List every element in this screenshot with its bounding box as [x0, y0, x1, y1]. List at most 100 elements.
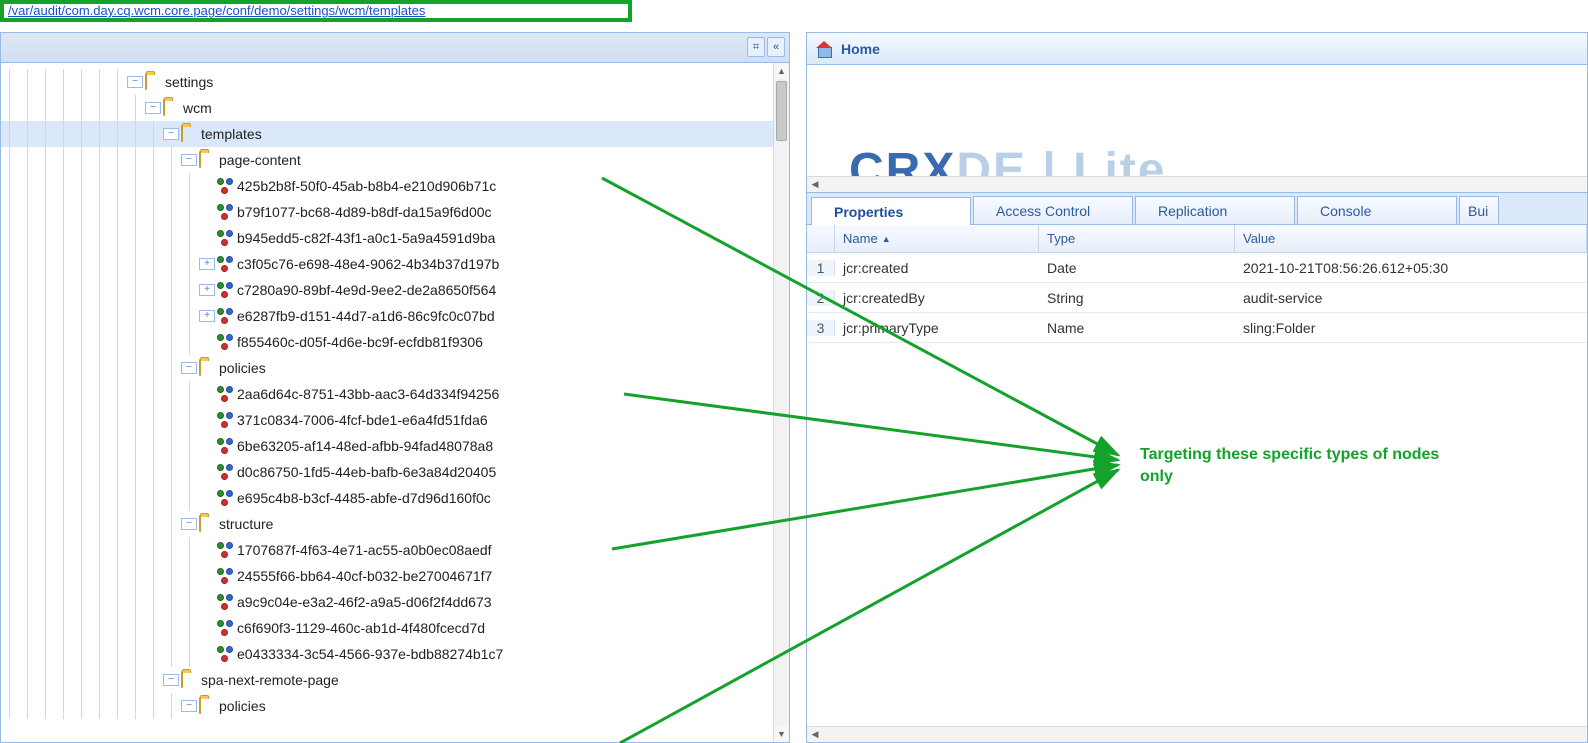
tree-node[interactable]: 425b2b8f-50f0-45ab-b8b4-e210d906b71c [1, 173, 773, 199]
tree-node-label: f855460c-d05f-4d6e-bc9f-ecfdb81f9306 [237, 334, 483, 350]
table-row[interactable]: 3jcr:primaryTypeNamesling:Folder [807, 313, 1587, 343]
tree-node-label: page-content [219, 152, 301, 168]
tree-node[interactable]: −templates [1, 121, 773, 147]
tree-node-label: e6287fb9-d151-44d7-a1d6-86c9fc0c07bd [237, 308, 495, 324]
tree-toolbar: ⌗ « [1, 33, 789, 63]
node-cluster-icon [217, 594, 233, 610]
folder-icon [199, 516, 215, 532]
details-panel: Home CRXDE | Lite ◀ Properties Access Co… [806, 32, 1588, 743]
folder-icon [199, 152, 215, 168]
collapse-icon[interactable]: − [181, 518, 197, 530]
cell-value: 2021-10-21T08:56:26.612+05:30 [1235, 260, 1587, 276]
tree-node[interactable]: −policies [1, 355, 773, 381]
col-header-type[interactable]: Type [1039, 225, 1235, 252]
tab-build[interactable]: Bui [1459, 196, 1499, 224]
tree-node-label: policies [219, 698, 266, 714]
table-row[interactable]: 2jcr:createdByStringaudit-service [807, 283, 1587, 313]
cell-value: audit-service [1235, 290, 1587, 306]
tree-node[interactable]: 24555f66-bb64-40cf-b032-be27004671f7 [1, 563, 773, 589]
tree-node[interactable]: −structure [1, 511, 773, 537]
tree-node[interactable]: +c7280a90-89bf-4e9d-9ee2-de2a8650f564 [1, 277, 773, 303]
cell-type: Date [1039, 260, 1235, 276]
node-cluster-icon [217, 412, 233, 428]
tree-scrollbar[interactable]: ▲ ▼ [773, 63, 789, 742]
tree-node-label: spa-next-remote-page [201, 672, 339, 688]
folder-icon [181, 672, 197, 688]
tree-node[interactable]: − policies [1, 693, 773, 719]
node-cluster-icon [217, 230, 233, 246]
collapse-icon[interactable]: − [163, 674, 179, 686]
row-number: 1 [807, 260, 835, 276]
collapse-icon[interactable]: − [163, 128, 179, 140]
logo-hscroll[interactable]: ◀ [807, 176, 1587, 192]
collapse-icon[interactable]: − [181, 700, 197, 712]
tree-node[interactable]: b945edd5-c82f-43f1-a0c1-5a9a4591d9ba [1, 225, 773, 251]
tree-node[interactable]: f855460c-d05f-4d6e-bc9f-ecfdb81f9306 [1, 329, 773, 355]
tab-access-control[interactable]: Access Control [973, 196, 1133, 224]
collapse-icon[interactable]: − [127, 76, 143, 88]
collapse-icon[interactable]: − [181, 362, 197, 374]
tab-replication[interactable]: Replication [1135, 196, 1295, 224]
tree-node[interactable]: e695c4b8-b3cf-4485-abfe-d7d96d160f0c [1, 485, 773, 511]
node-cluster-icon [217, 334, 233, 350]
table-row[interactable]: 1jcr:createdDate2021-10-21T08:56:26.612+… [807, 253, 1587, 283]
tree-node[interactable]: 2aa6d64c-8751-43bb-aac3-64d334f94256 [1, 381, 773, 407]
tree-area: −settings−wcm−templates−page-content425b… [1, 63, 773, 742]
home-bar: Home [807, 33, 1587, 65]
tree-node[interactable]: b79f1077-bc68-4d89-b8df-da15a9f6d00c [1, 199, 773, 225]
collapse-icon[interactable]: − [145, 102, 161, 114]
tree-node[interactable]: e0433334-3c54-4566-937e-bdb88274b1c7 [1, 641, 773, 667]
expand-icon[interactable]: + [199, 310, 215, 322]
tree-node-label: 24555f66-bb64-40cf-b032-be27004671f7 [237, 568, 492, 584]
tree-node[interactable]: −wcm [1, 95, 773, 121]
node-cluster-icon [217, 308, 233, 324]
expand-icon[interactable]: + [199, 258, 215, 270]
tree-panel: ⌗ « −settings−wcm−templates−page-content… [0, 32, 790, 743]
node-cluster-icon [217, 464, 233, 480]
tree-node-label: d0c86750-1fd5-44eb-bafb-6e3a84d20405 [237, 464, 496, 480]
node-cluster-icon [217, 204, 233, 220]
tree-tool-icon[interactable]: ⌗ [747, 37, 765, 57]
tree-node[interactable]: − spa-next-remote-page [1, 667, 773, 693]
tree-collapse-icon[interactable]: « [767, 37, 785, 57]
tree-node[interactable]: − page-content [1, 147, 773, 173]
details-hscroll[interactable]: ◀ [807, 726, 1587, 742]
col-header-value[interactable]: Value [1235, 225, 1587, 252]
tree-node[interactable]: − settings [1, 69, 773, 95]
logo-area: CRXDE | Lite ◀ [807, 65, 1587, 193]
grid-header: Name▲ Type Value [807, 225, 1587, 253]
folder-icon [199, 698, 215, 714]
tab-properties[interactable]: Properties [811, 197, 971, 225]
node-cluster-icon [217, 490, 233, 506]
tree-node[interactable]: 1707687f-4f63-4e71-ac55-a0b0ec08aedf [1, 537, 773, 563]
tree-node-label: e0433334-3c54-4566-937e-bdb88274b1c7 [237, 646, 503, 662]
expand-icon[interactable]: + [199, 284, 215, 296]
tree-node[interactable]: +c3f05c76-e698-48e4-9062-4b34b37d197b [1, 251, 773, 277]
cell-name: jcr:createdBy [835, 290, 1039, 306]
folder-icon [199, 360, 215, 376]
tree-node[interactable]: 371c0834-7006-4fcf-bde1-e6a4fd51fda6 [1, 407, 773, 433]
tab-console[interactable]: Console [1297, 196, 1457, 224]
home-icon[interactable] [815, 41, 833, 57]
node-cluster-icon [217, 438, 233, 454]
node-cluster-icon [217, 646, 233, 662]
tree-node[interactable]: a9c9c04e-e3a2-46f2-a9a5-d06f2f4dd673 [1, 589, 773, 615]
tabs-bar: Properties Access Control Replication Co… [807, 193, 1587, 225]
row-number: 3 [807, 320, 835, 336]
col-header-name[interactable]: Name▲ [835, 225, 1039, 252]
path-input[interactable]: /var/audit/com.day.cq.wcm.core.page/conf… [0, 0, 632, 22]
cell-type: String [1039, 290, 1235, 306]
tree-node[interactable]: c6f690f3-1129-460c-ab1d-4f480fcecd7d [1, 615, 773, 641]
row-number: 2 [807, 290, 835, 306]
tree-node-label: a9c9c04e-e3a2-46f2-a9a5-d06f2f4dd673 [237, 594, 492, 610]
tree-node-label: c6f690f3-1129-460c-ab1d-4f480fcecd7d [237, 620, 485, 636]
tree-node[interactable]: d0c86750-1fd5-44eb-bafb-6e3a84d20405 [1, 459, 773, 485]
node-cluster-icon [217, 386, 233, 402]
tree-node-label: b79f1077-bc68-4d89-b8df-da15a9f6d00c [237, 204, 492, 220]
collapse-icon[interactable]: − [181, 154, 197, 166]
tree-node[interactable]: + e6287fb9-d151-44d7-a1d6-86c9fc0c07bd [1, 303, 773, 329]
tree-node[interactable]: 6be63205-af14-48ed-afbb-94fad48078a8 [1, 433, 773, 459]
tree-node-label: 1707687f-4f63-4e71-ac55-a0b0ec08aedf [237, 542, 492, 558]
tree-node-label: settings [165, 74, 213, 90]
node-cluster-icon [217, 256, 233, 272]
